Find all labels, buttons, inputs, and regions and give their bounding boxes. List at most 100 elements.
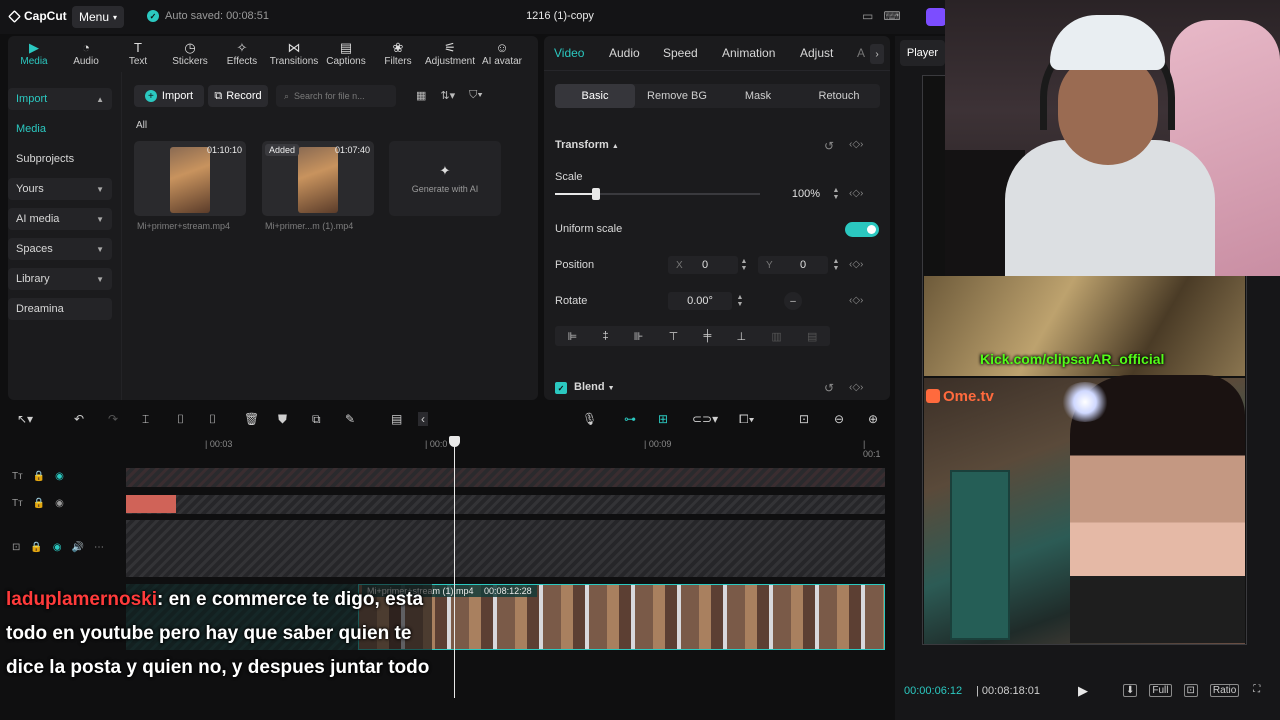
lock-icon[interactable]: 🔒 [33,471,45,482]
split-icon[interactable]: ⌶ [142,412,149,427]
sidebar-item-subprojects[interactable]: Subprojects [8,148,112,170]
speaker-icon[interactable]: 🔊 [72,542,84,553]
align-top-icon[interactable]: ⊤ [669,330,679,343]
keyframe-icon[interactable]: ‹◇› [849,188,863,199]
sidebar-item-library[interactable]: Library ▼ [8,268,112,290]
play-button[interactable]: ▶ [1078,683,1088,699]
align-right-icon[interactable]: ⊪ [634,330,644,343]
tool-adjustment[interactable]: ⚟ Adjustment [424,36,476,72]
layout-icon[interactable]: ▭ [862,9,873,23]
ai-edit-icon[interactable]: ✎ [345,412,355,426]
select-cursor-icon[interactable]: ↖▾ [17,412,33,426]
fullscreen-icon[interactable]: ⛶ [1251,684,1262,697]
eye-icon[interactable]: ◉ [55,498,64,509]
generate-with-ai-tile[interactable]: ✦ Generate with AI [389,141,501,216]
trim-left-icon[interactable]: ⌷ [177,412,184,427]
eye-icon[interactable]: ◉ [55,471,64,482]
align-bottom-icon[interactable]: ⊥ [736,330,746,343]
microphone-icon[interactable]: 🎙 [582,412,597,426]
keyframe-icon[interactable]: ‹◇› [849,139,863,150]
uniform-scale-toggle[interactable] [845,222,879,237]
crop-icon[interactable]: ⊡ [1183,684,1198,697]
undo-icon[interactable]: ↶ [74,412,84,426]
chevron-right-icon[interactable]: › [870,44,884,64]
more-icon[interactable]: ⋯ [94,542,104,553]
playhead-handle[interactable] [449,436,460,447]
tool-text[interactable]: T Text [112,36,164,72]
media-item[interactable]: 01:10:10 [134,141,246,216]
position-y-field[interactable]: Y 0 [758,256,828,274]
tool-transitions[interactable]: ⋈ Transitions [268,36,320,72]
align-left-icon[interactable]: ⊫ [568,330,578,343]
tab-audio[interactable]: Audio [609,46,640,60]
menu-button[interactable]: Menu ▾ [72,6,124,28]
rotate-dial-icon[interactable]: – [784,292,802,310]
scale-stepper[interactable]: ▲ ▼ [831,185,841,203]
video-track-1[interactable] [126,520,885,577]
rotate-stepper[interactable]: ▲ ▼ [735,292,745,310]
tool-media[interactable]: ▶ Media [8,36,60,72]
tool-audio[interactable]: ◔ Audio [60,36,112,72]
subtab-mask[interactable]: Mask [718,84,798,108]
lock-icon[interactable]: 🔒 [33,498,45,509]
zoom-in-icon[interactable]: ⊕ [868,412,878,426]
collapse-tools-icon[interactable]: ‹ [418,412,428,426]
player-tab[interactable]: Player [900,40,945,66]
zoom-out-icon[interactable]: ⊖ [834,412,844,426]
subtab-retouch[interactable]: Retouch [798,84,880,108]
position-x-stepper[interactable]: ▲ ▼ [739,256,749,274]
sidebar-item-ai-media[interactable]: AI media ▼ [8,208,112,230]
tab-more[interactable]: A [857,46,865,60]
reset-icon[interactable]: ↺ [824,139,834,153]
export-frame-icon[interactable]: ⬇ [1123,684,1138,697]
tool-filters[interactable]: ❀ Filters [372,36,424,72]
ratio-button[interactable]: Ratio [1209,684,1240,697]
shortcuts-icon[interactable]: ⌨ [883,9,900,23]
timeline-ruler[interactable]: | 00:03 | 00:0 | 00:09 | 00:1 [125,436,885,459]
text-clip[interactable] [126,495,176,513]
delete-icon[interactable]: 🗑 [244,412,259,426]
fit-icon[interactable]: ⊡ [799,412,809,426]
lock-icon[interactable]: 🔒 [30,542,42,553]
import-button[interactable]: + Import [134,85,204,107]
sort-icon[interactable]: ⇅▾ [440,89,455,102]
auto-snap-icon[interactable]: ⊞ [658,412,668,426]
subtab-remove-bg[interactable]: Remove BG [637,84,717,108]
rotate-field[interactable]: 0.00° [668,292,732,310]
filter-icon[interactable]: ⛉▾ [469,89,483,102]
upgrade-button[interactable] [926,8,946,26]
transform-section-header[interactable]: Transform ▲ [555,139,619,151]
link-icon[interactable]: ⊂⊃▾ [692,412,718,426]
position-y-stepper[interactable]: ▲ ▼ [831,256,841,274]
sidebar-item-media[interactable]: Media [8,118,112,140]
caption-tool-icon[interactable]: ▤ [391,412,402,426]
sidebar-item-spaces[interactable]: Spaces ▼ [8,238,112,260]
sidebar-item-dreamina[interactable]: Dreamina [8,298,112,320]
reset-icon[interactable]: ↺ [824,381,834,395]
magnet-icon[interactable]: ⊶ [624,412,636,426]
search-input[interactable]: ⌕ Search for file n... [276,85,396,107]
keyframe-icon[interactable]: ‹◇› [849,382,863,393]
crop-icon[interactable]: ⧉ [312,412,321,427]
blend-section-header[interactable]: Blend ▼ [574,381,615,393]
tab-speed[interactable]: Speed [663,46,698,60]
text-track-2[interactable] [126,495,885,514]
blend-checkbox[interactable]: ✓ [555,382,567,394]
subtab-basic[interactable]: Basic [555,84,635,108]
tool-effects[interactable]: ✧ Effects [216,36,268,72]
media-item[interactable]: Added 01:07:40 [262,141,374,216]
trim-right-icon[interactable]: ⌷ [209,412,216,427]
tool-ai-avatar[interactable]: ☺ AI avatar [476,36,528,72]
full-button[interactable]: Full [1149,684,1172,697]
tab-video[interactable]: Video [554,46,584,60]
align-center-h-icon[interactable]: ‡ [602,330,608,342]
tab-adjust[interactable]: Adjust [800,46,833,60]
tool-captions[interactable]: ▤ Captions [320,36,372,72]
align-center-v-icon[interactable]: ╪ [703,330,711,342]
grid-view-icon[interactable]: ▦ [416,89,426,102]
sidebar-item-yours[interactable]: Yours ▼ [8,178,112,200]
scale-value-field[interactable]: 100% [776,185,826,203]
tab-animation[interactable]: Animation [722,46,775,60]
tool-stickers[interactable]: ◷ Stickers [164,36,216,72]
record-button[interactable]: ⧉ Record [208,85,268,107]
